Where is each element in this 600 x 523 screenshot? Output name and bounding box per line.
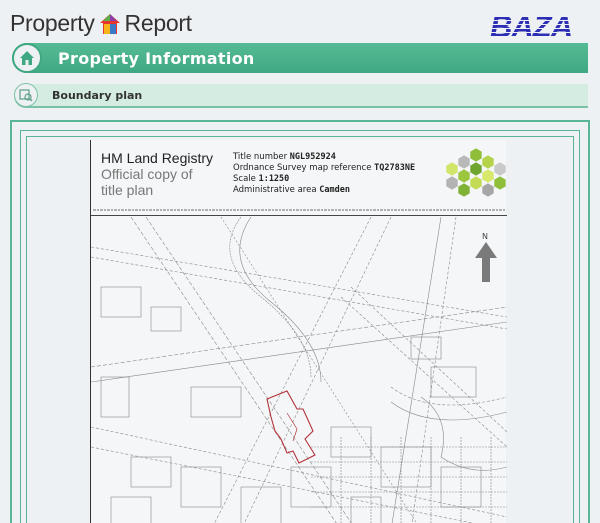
top-bar: Property Report BAZA — [0, 0, 600, 44]
section-title: Property Information — [58, 48, 255, 68]
registry-title: HM Land Registry Official copy of title … — [101, 150, 231, 198]
north-arrow: N — [471, 232, 501, 284]
scale: 1:1250 — [258, 174, 290, 184]
os-ref-label: Ordnance Survey map reference — [233, 163, 372, 173]
os-ref: TQ2783NE — [374, 163, 416, 173]
admin-area-label: Administrative area — [233, 185, 317, 195]
map-icon-circle[interactable] — [14, 83, 38, 107]
map-search-icon — [19, 89, 33, 102]
map-drawing — [91, 217, 507, 523]
baza-logo-text: BAZA — [490, 9, 573, 44]
home-icon-circle[interactable] — [12, 43, 42, 73]
registry-subtitle-line2: title plan — [101, 182, 154, 198]
title-number: NGL952924 — [289, 152, 336, 162]
brand-left-text: Property — [10, 10, 95, 36]
home-icon — [20, 51, 34, 65]
property-information-bar: Property Information — [12, 43, 588, 73]
title-details: Title number NGL952924 Ordnance Survey m… — [233, 152, 453, 196]
registry-subtitle-line1: Official copy of — [101, 166, 193, 182]
subsection-title: Boundary plan — [52, 88, 143, 102]
copyright-fine-print — [93, 209, 505, 211]
title-plan-header: HM Land Registry Official copy of title … — [91, 140, 507, 216]
north-label: N — [482, 232, 488, 241]
title-plan-map[interactable] — [91, 217, 507, 523]
title-number-label: Title number — [233, 152, 288, 162]
title-plan-document: HM Land Registry Official copy of title … — [90, 140, 507, 523]
property-report-logo[interactable]: Property Report — [10, 10, 192, 37]
scale-label: Scale — [233, 174, 256, 184]
boundary-plan-bar: Boundary plan — [14, 83, 588, 108]
house-logo-icon — [99, 13, 120, 34]
land-registry-logo-icon — [446, 147, 506, 198]
baza-logo[interactable]: BAZA — [488, 8, 592, 44]
copyright-line — [93, 208, 505, 213]
registry-name: HM Land Registry — [101, 150, 214, 166]
admin-area: Camden — [319, 185, 350, 195]
title-boundary-outline — [266, 390, 316, 464]
brand-right-text: Report — [124, 10, 193, 36]
